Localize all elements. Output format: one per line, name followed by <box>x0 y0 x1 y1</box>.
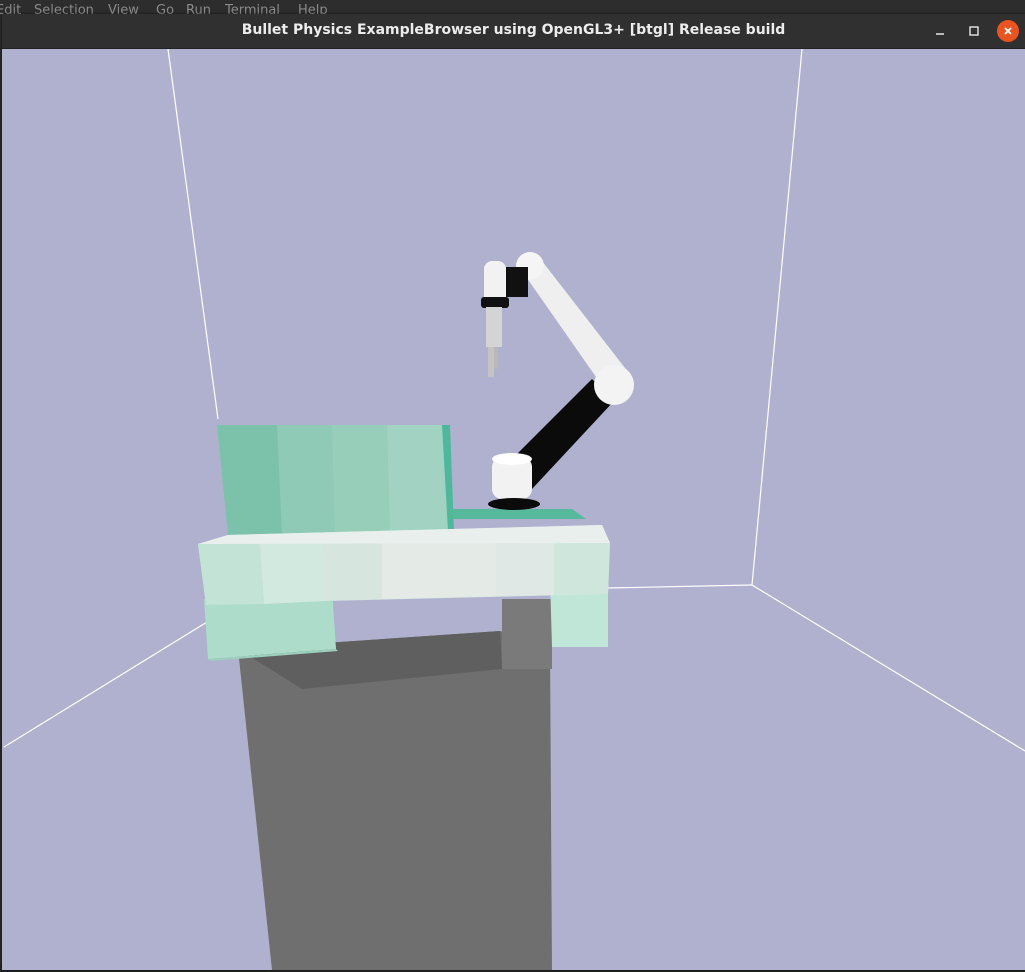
maximize-icon <box>969 26 979 36</box>
minimize-button[interactable] <box>929 20 951 42</box>
minimize-icon <box>936 33 944 35</box>
table-back-panel <box>217 425 454 535</box>
example-browser-window: Bullet Physics ExampleBrowser using Open… <box>2 14 1025 970</box>
window-titlebar[interactable]: Bullet Physics ExampleBrowser using Open… <box>2 14 1025 49</box>
close-button[interactable] <box>997 20 1019 42</box>
opengl-3d-viewport[interactable] <box>2 49 1025 970</box>
maximize-button[interactable] <box>963 20 985 42</box>
close-icon <box>1004 27 1012 35</box>
window-title: Bullet Physics ExampleBrowser using Open… <box>241 22 786 38</box>
